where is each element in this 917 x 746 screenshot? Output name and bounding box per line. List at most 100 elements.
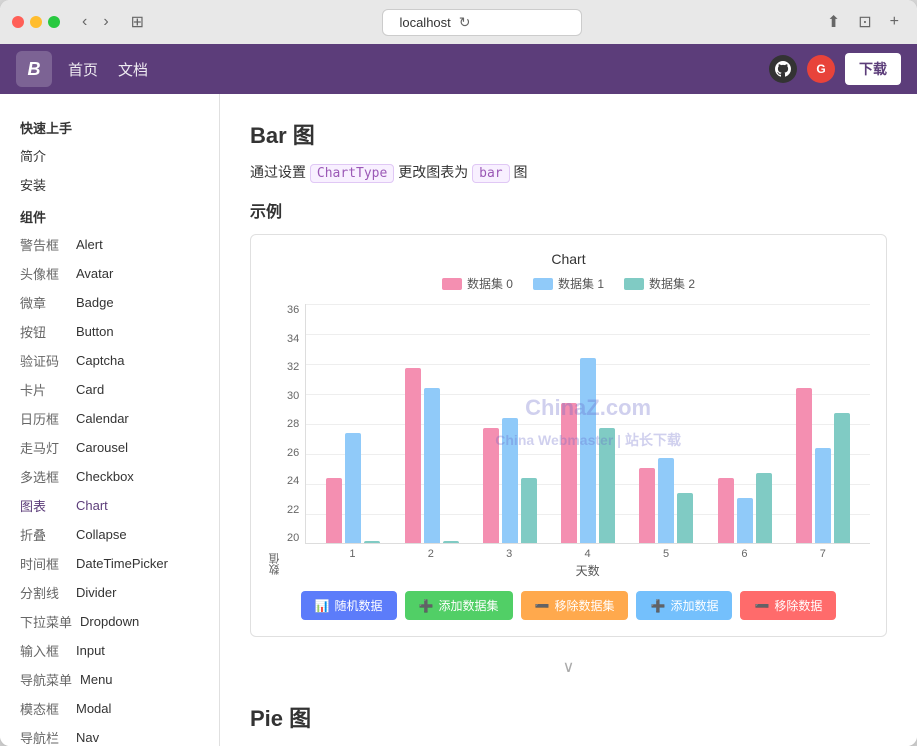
chart-body: 数值 36 34 32 30 28 26 24 [267,304,870,579]
sidebar-item-modal-en: Modal [76,701,111,716]
remove-data-icon: ➖ [754,599,769,613]
sidebar-item-captcha[interactable]: 验证码 Captcha [0,346,219,375]
forward-button[interactable]: › [97,11,114,33]
sidebar-item-input-en: Input [76,643,105,658]
sidebar-item-install[interactable]: 安装 [0,170,219,199]
sidebar-item-carousel-zh: 走马灯 [20,438,68,457]
add-data-icon: ➕ [650,599,665,613]
sidebar-item-carousel[interactable]: 走马灯 Carousel [0,433,219,462]
chart-container: Chart 数据集 0 数据集 1 [267,251,870,620]
bar-6-blue [737,498,753,543]
chart-actions: 📊 随机数据 ➕ 添加数据集 ➖ 移除数据集 [267,591,870,620]
bar-5-teal [677,493,693,543]
github-icon[interactable] [769,55,797,83]
titlebar: ‹ › ⊞ localhost ↻ ⬆ ⊡ + [0,0,917,44]
sidebar-item-chart-en: Chart [76,498,108,513]
minimize-button[interactable] [30,16,42,28]
y-label-3: 30 [287,390,299,402]
refresh-button[interactable]: ↻ [459,14,471,31]
url-bar[interactable]: localhost ↻ [382,9,582,36]
sidebar-item-dropdown[interactable]: 下拉菜单 Dropdown [0,607,219,636]
new-tab-action[interactable]: ⊡ [852,10,877,34]
nav-home[interactable]: 首页 [68,59,98,80]
chart-plot: ChinaZ.comChina Webmaster | 站长下载 [305,304,870,579]
header-nav: 首页 文档 [68,59,148,80]
y-label-7: 22 [287,504,299,516]
sidebar-item-alert-en: Alert [76,237,103,252]
share-action[interactable]: ⬆ [821,10,846,34]
circle-brand-icon[interactable]: G [807,55,835,83]
sidebar-item-alert-zh: 警告框 [20,235,68,254]
sidebar-item-alert[interactable]: 警告框 Alert [0,230,219,259]
bar-chart-icon: 📊 [315,599,330,613]
sidebar-item-dropdown-zh: 下拉菜单 [20,612,72,631]
download-button[interactable]: 下载 [845,53,901,85]
y-label-2: 32 [287,361,299,373]
bar-group-7 [796,388,850,543]
y-label-0: 36 [287,304,299,316]
pie-section: Pie 图 通过设置 ChartType 更改图表为 pie 图 示例 [250,701,887,746]
add-dataset-button[interactable]: ➕ 添加数据集 [405,591,513,620]
remove-data-button[interactable]: ➖ 移除数据 [740,591,836,620]
add-tab-action[interactable]: + [884,10,905,34]
sidebar-item-collapse[interactable]: 折叠 Collapse [0,520,219,549]
sidebar-item-menu-en: Menu [80,672,113,687]
close-button[interactable] [12,16,24,28]
bar-7-blue [815,448,831,543]
bar-6-teal [756,473,772,543]
sidebar-item-input[interactable]: 输入框 Input [0,636,219,665]
sidebar-item-datetimepicker[interactable]: 时间框 DateTimePicker [0,549,219,578]
window-controls [12,16,60,28]
sidebar-item-nav-en: Nav [76,730,99,745]
y-labels: 36 34 32 30 28 26 24 22 20 [287,304,305,544]
remove-dataset-button[interactable]: ➖ 移除数据集 [521,591,629,620]
bar-1-teal [364,541,380,543]
sidebar-quickstart-title: 快速上手 [0,110,219,141]
x-labels: 1 2 3 4 5 6 7 [305,544,870,560]
nav-docs[interactable]: 文档 [118,59,148,80]
maximize-button[interactable] [48,16,60,28]
sidebar-item-button-zh: 按钮 [20,322,68,341]
legend-item-1: 数据集 1 [533,275,604,292]
x-label-6: 6 [715,548,773,560]
sidebar-item-intro[interactable]: 简介 [0,141,219,170]
back-button[interactable]: ‹ [76,11,93,33]
sidebar-item-avatar-en: Avatar [76,266,113,281]
sidebar-item-card[interactable]: 卡片 Card [0,375,219,404]
browser-nav: ‹ › [76,11,115,33]
bar-7-pink [796,388,812,543]
sidebar-item-datetimepicker-zh: 时间框 [20,554,68,573]
sidebar-item-divider[interactable]: 分割线 Divider [0,578,219,607]
sidebar-item-menu-zh: 导航菜单 [20,670,72,689]
sidebar-item-collapse-zh: 折叠 [20,525,68,544]
scroll-indicator: ∨ [250,653,887,681]
legend-item-2: 数据集 2 [624,275,695,292]
y-axis-title: 数值 [267,304,283,575]
bar-section-desc: 通过设置 ChartType 更改图表为 bar 图 [250,162,887,182]
sidebar-item-chart-zh: 图表 [20,496,68,515]
y-label-6: 24 [287,475,299,487]
sidebar-item-avatar[interactable]: 头像框 Avatar [0,259,219,288]
add-data-button[interactable]: ➕ 添加数据 [636,591,732,620]
address-bar-container: localhost ↻ [152,9,813,36]
sidebar-item-modal[interactable]: 模态框 Modal [0,694,219,723]
x-label-7: 7 [794,548,852,560]
bar-section-title: Bar 图 [250,118,887,150]
sidebar-item-checkbox[interactable]: 多选框 Checkbox [0,462,219,491]
sidebar-item-menu[interactable]: 导航菜单 Menu [0,665,219,694]
legend-color-0 [442,278,462,290]
chart-legend: 数据集 0 数据集 1 数据集 2 [267,275,870,292]
sidebar-item-nav[interactable]: 导航栏 Nav [0,723,219,746]
bar-chart-demo: Chart 数据集 0 数据集 1 [250,234,887,637]
bar-5-pink [639,468,655,543]
sidebar-item-chart[interactable]: 图表 Chart [0,491,219,520]
sidebar-item-calendar[interactable]: 日历框 Calendar [0,404,219,433]
chart-title: Chart [267,251,870,267]
bar-5-blue [658,458,674,543]
sidebar-item-badge[interactable]: 微章 Badge [0,288,219,317]
random-data-button[interactable]: 📊 随机数据 [301,591,397,620]
y-label-8: 20 [287,532,299,544]
bar-7-teal [834,413,850,543]
share-button[interactable]: ⊞ [131,12,144,32]
sidebar-item-button[interactable]: 按钮 Button [0,317,219,346]
